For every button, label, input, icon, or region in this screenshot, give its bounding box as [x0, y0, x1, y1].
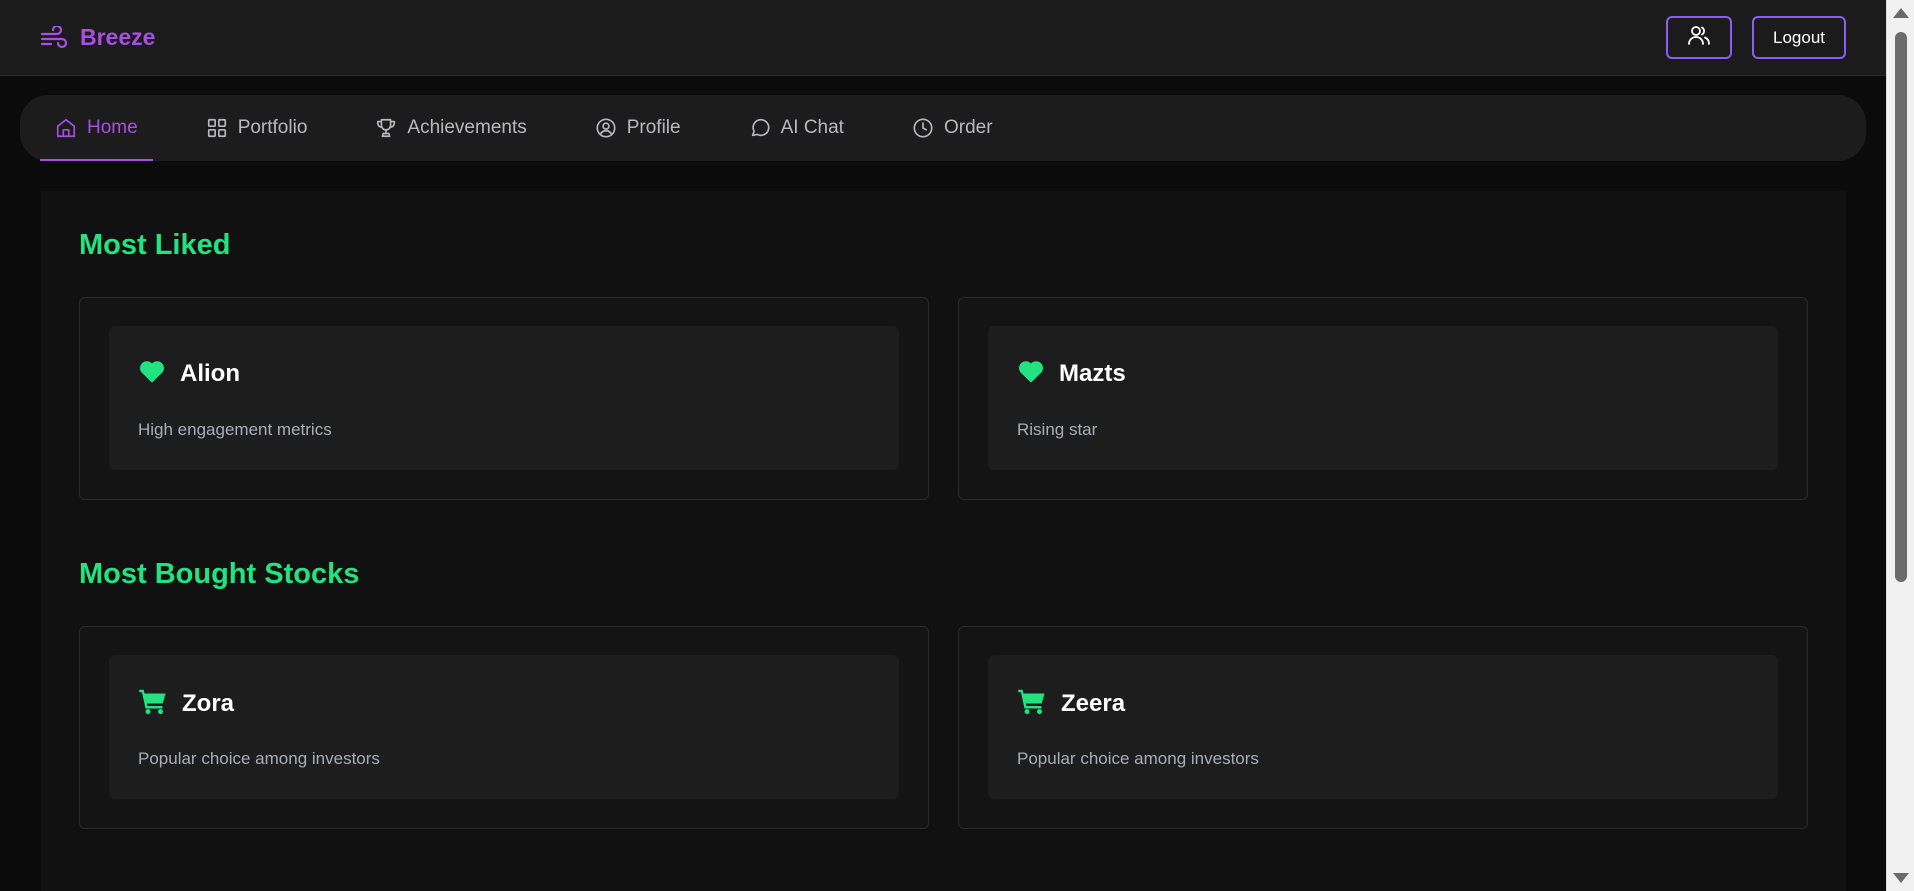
tab-profile[interactable]: Profile	[580, 95, 696, 161]
bought-card-zeera[interactable]: Zeera Popular choice among investors	[958, 626, 1808, 829]
tab-home-label: Home	[87, 117, 138, 138]
card-description: Popular choice among investors	[138, 749, 380, 768]
main-content: Most Liked Alion High engagement metrics	[41, 191, 1846, 891]
tab-home[interactable]: Home	[40, 95, 153, 161]
most-liked-title: Most Liked	[79, 229, 231, 261]
user-circle-icon	[595, 117, 617, 139]
heart-icon	[138, 358, 166, 389]
grid-icon	[206, 117, 228, 139]
home-icon	[55, 117, 77, 139]
header-actions: Logout	[1666, 16, 1846, 59]
tab-achievements[interactable]: Achievements	[360, 95, 541, 161]
cart-icon	[1017, 687, 1047, 720]
trophy-icon	[375, 117, 397, 139]
card-title: Alion	[180, 359, 240, 387]
tab-order[interactable]: Order	[897, 95, 1008, 161]
bought-card-zora[interactable]: Zora Popular choice among investors	[79, 626, 929, 829]
card-header: Zora	[138, 687, 234, 720]
top-header: Breeze Logout	[0, 0, 1886, 76]
scroll-down-arrow[interactable]	[1893, 873, 1909, 883]
tab-achievements-label: Achievements	[407, 117, 527, 138]
app-window: Breeze Logout Home Portfolio Achievement…	[0, 0, 1914, 891]
clock-icon	[912, 117, 934, 139]
vertical-scrollbar[interactable]	[1886, 0, 1914, 891]
card-header: Alion	[138, 358, 240, 389]
card-title: Zora	[182, 689, 235, 717]
card-header: Mazts	[1017, 358, 1126, 389]
card-title: Zeera	[1061, 689, 1126, 717]
card-description: Popular choice among investors	[1017, 749, 1259, 768]
users-icon	[1687, 24, 1711, 51]
heart-icon	[1017, 358, 1045, 389]
main-nav: Home Portfolio Achievements Profile AI C…	[20, 95, 1866, 161]
brand-name: Breeze	[80, 24, 156, 50]
liked-card-mazts[interactable]: Mazts Rising star	[958, 297, 1808, 500]
brand[interactable]: Breeze	[40, 24, 155, 51]
scroll-up-arrow[interactable]	[1893, 8, 1909, 18]
tab-profile-label: Profile	[626, 117, 681, 138]
cart-icon	[138, 687, 168, 720]
card-title: Mazts	[1059, 359, 1126, 387]
card-description: High engagement metrics	[138, 420, 332, 439]
card-inner: Mazts Rising star	[988, 326, 1778, 470]
liked-card-alion[interactable]: Alion High engagement metrics	[79, 297, 929, 500]
tab-ai-chat-label: AI Chat	[780, 117, 844, 138]
card-header: Zeera	[1017, 687, 1125, 720]
wind-icon	[40, 25, 68, 50]
users-button[interactable]	[1666, 16, 1732, 59]
most-bought-title: Most Bought Stocks	[79, 558, 360, 590]
card-inner: Alion High engagement metrics	[109, 326, 899, 470]
card-description: Rising star	[1017, 420, 1098, 439]
card-inner: Zeera Popular choice among investors	[988, 655, 1778, 799]
tab-ai-chat[interactable]: AI Chat	[734, 95, 859, 161]
tab-order-label: Order	[943, 117, 993, 138]
logout-button[interactable]: Logout	[1752, 16, 1846, 59]
card-inner: Zora Popular choice among investors	[109, 655, 899, 799]
tab-portfolio-label: Portfolio	[237, 117, 308, 138]
tab-portfolio[interactable]: Portfolio	[191, 95, 323, 161]
scroll-thumb[interactable]	[1895, 32, 1907, 582]
chat-bubble-icon	[749, 117, 771, 139]
